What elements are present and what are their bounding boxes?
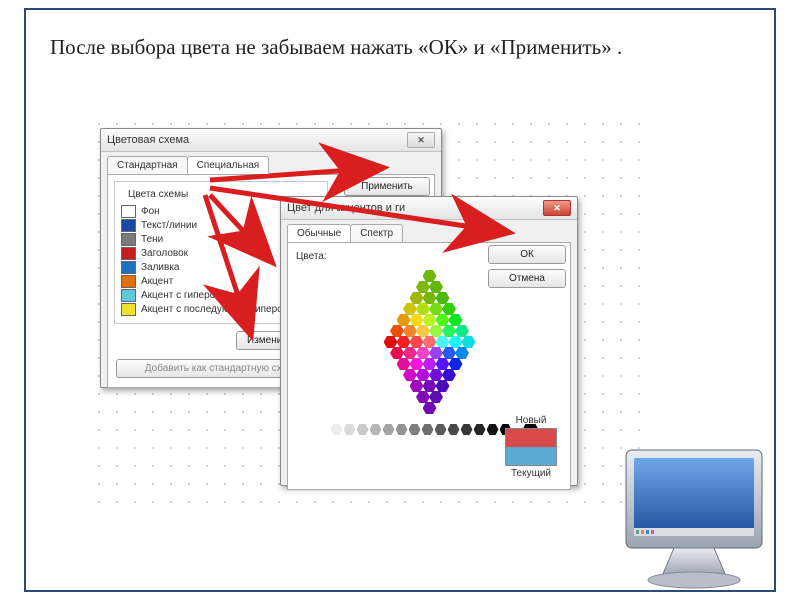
gray-cell[interactable] xyxy=(331,424,343,435)
swatch-label: Тени xyxy=(141,234,163,245)
current-label: Текущий xyxy=(502,468,560,479)
color-swatch xyxy=(121,247,136,260)
dialog2-titlebar[interactable]: Цвет для акцентов и ги ✕ xyxy=(281,197,577,220)
gray-cell[interactable] xyxy=(409,424,421,435)
gray-cell[interactable] xyxy=(396,424,408,435)
hex-color-wheel[interactable] xyxy=(349,268,509,418)
gray-cell[interactable] xyxy=(318,424,330,435)
presentation-slide: После выбора цвета не забываем нажать «О… xyxy=(0,0,800,600)
color-swatch xyxy=(121,219,136,232)
gray-cell[interactable] xyxy=(461,424,473,435)
color-swatch xyxy=(121,303,136,316)
swatch-label: Заливка xyxy=(141,262,180,273)
swatch-label: Фон xyxy=(141,206,160,217)
tab-normal[interactable]: Обычные xyxy=(287,224,351,242)
color-preview: Новый Текущий xyxy=(502,415,560,479)
monitor-decoration-icon xyxy=(614,442,774,592)
color-picker-dialog: Цвет для акцентов и ги ✕ Обычные Спектр … xyxy=(280,196,578,486)
slide-caption: После выбора цвета не забываем нажать «О… xyxy=(50,34,750,61)
new-label: Новый xyxy=(502,415,560,426)
preview-current-swatch xyxy=(506,447,556,465)
gray-cell[interactable] xyxy=(448,424,460,435)
color-swatch xyxy=(121,233,136,246)
swatch-label: Заголовок xyxy=(141,248,188,259)
apply-button[interactable]: Применить xyxy=(344,177,430,196)
cancel-button-2[interactable]: Отмена xyxy=(488,269,566,288)
gray-cell[interactable] xyxy=(370,424,382,435)
gray-cell[interactable] xyxy=(487,424,499,435)
gray-cell[interactable] xyxy=(344,424,356,435)
gray-cell[interactable] xyxy=(474,424,486,435)
swatch-label: Акцент xyxy=(141,276,173,287)
gray-cell[interactable] xyxy=(435,424,447,435)
dialog1-titlebar[interactable]: Цветовая схема ✕ xyxy=(101,129,441,152)
tab-special[interactable]: Специальная xyxy=(187,156,270,174)
color-swatch xyxy=(121,289,136,302)
preview-new-swatch xyxy=(506,429,556,447)
ok-button[interactable]: ОК xyxy=(488,245,566,264)
hex-cell[interactable] xyxy=(423,402,437,414)
scheme-colors-group-title: Цвета схемы xyxy=(125,189,191,200)
color-swatch xyxy=(121,205,136,218)
color-swatch xyxy=(121,275,136,288)
close-icon[interactable]: ✕ xyxy=(407,132,435,148)
color-swatch xyxy=(121,261,136,274)
gray-cell[interactable] xyxy=(422,424,434,435)
swatch-label: Текст/линии xyxy=(141,220,197,231)
gray-cell[interactable] xyxy=(383,424,395,435)
tab-standard[interactable]: Стандартная xyxy=(107,156,188,174)
swatch-label: Акцент с гиперссылкой xyxy=(141,290,248,301)
dialog2-title: Цвет для акцентов и ги xyxy=(287,202,405,214)
dialog1-title: Цветовая схема xyxy=(107,134,189,146)
gray-cell[interactable] xyxy=(357,424,369,435)
close-icon[interactable]: ✕ xyxy=(543,200,571,216)
tab-spectrum[interactable]: Спектр xyxy=(350,224,403,242)
